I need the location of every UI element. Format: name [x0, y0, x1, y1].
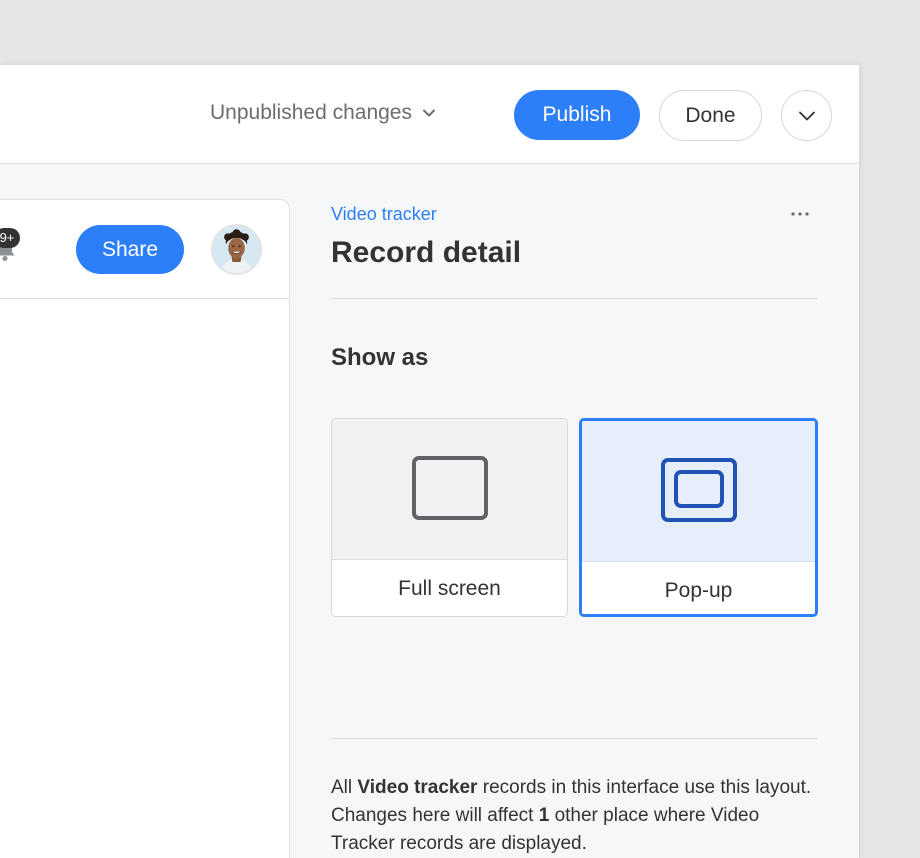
option-art: [332, 419, 567, 560]
option-art: [582, 421, 815, 562]
preview-header: 9+ Share: [0, 200, 289, 299]
show-as-heading: Show as: [331, 344, 429, 371]
more-icon[interactable]: [789, 208, 811, 220]
option-label: Pop-up: [582, 562, 815, 614]
user-avatar-image: [213, 226, 260, 273]
page-title: Record detail: [331, 236, 522, 269]
share-button[interactable]: Share: [76, 225, 184, 274]
popup-icon: [660, 458, 737, 522]
option-full-screen[interactable]: Full screen: [331, 418, 568, 617]
option-pop-up[interactable]: Pop-up: [579, 418, 818, 617]
publish-button[interactable]: Publish: [514, 90, 640, 140]
more-options-button[interactable]: [781, 90, 832, 141]
option-label: Full screen: [332, 560, 567, 616]
chevron-down-icon: [422, 109, 435, 117]
avatar[interactable]: [211, 224, 262, 275]
breadcrumb-table-link[interactable]: Video tracker: [331, 204, 437, 225]
chevron-down-icon: [798, 111, 815, 120]
done-button[interactable]: Done: [659, 90, 762, 141]
notification-badge: 9+: [0, 228, 20, 248]
top-toolbar: Unpublished changes Publish Done: [0, 65, 859, 164]
layout-note: All Video tracker records in this interf…: [331, 774, 817, 858]
interface-preview-card: 9+ Share: [0, 199, 290, 858]
fullscreen-icon: [411, 456, 488, 520]
divider: [331, 738, 817, 739]
unpublished-changes-dropdown[interactable]: Unpublished changes: [210, 101, 436, 125]
app-window: Unpublished changes Publish Done 9+ Shar…: [0, 64, 860, 858]
unpublished-changes-label: Unpublished changes: [210, 101, 412, 124]
note-text: All: [331, 777, 358, 798]
note-table-name: Video tracker: [357, 777, 478, 798]
note-count: 1: [538, 805, 550, 826]
divider: [331, 298, 817, 299]
